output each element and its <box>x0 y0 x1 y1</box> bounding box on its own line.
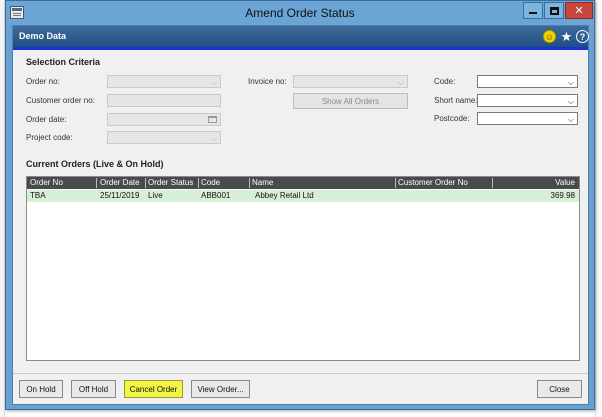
close-button[interactable]: Close <box>537 380 582 398</box>
title-bar[interactable]: Amend Order Status ✕ <box>6 1 594 25</box>
chevron-down-icon: ⌵ <box>567 97 574 106</box>
cell-name: Abbey Retail Ltd <box>255 191 314 200</box>
invoice-no-label: Invoice no: <box>248 77 287 86</box>
help-icon[interactable]: ? <box>576 30 589 43</box>
chevron-down-icon: ⌵ <box>567 78 574 87</box>
column-divider[interactable] <box>395 178 396 188</box>
header-accent-line <box>13 47 588 50</box>
order-date-label: Order date: <box>26 115 67 124</box>
customer-order-no-label: Customer order no: <box>26 96 95 105</box>
cell-code: ABB001 <box>201 191 231 200</box>
column-header-code[interactable]: Code <box>201 178 220 187</box>
cell-value: 369.98 <box>550 191 575 200</box>
chevron-down-icon: ⌵ <box>567 115 574 124</box>
column-divider[interactable] <box>145 178 146 188</box>
minimize-button[interactable] <box>523 2 543 19</box>
order-no-combo[interactable]: ⌵ <box>107 75 221 88</box>
code-label: Code: <box>434 77 456 86</box>
minimize-icon <box>529 12 537 14</box>
calendar-icon[interactable] <box>208 116 217 123</box>
on-hold-button[interactable]: On Hold <box>19 380 63 398</box>
orders-grid: Order No Order Date Order Status Code Na… <box>26 176 580 361</box>
table-row[interactable]: TBA 25/11/2019 Live ABB001 Abbey Retail … <box>27 190 579 202</box>
column-divider[interactable] <box>492 178 493 188</box>
code-combo[interactable]: ⌵ <box>477 75 578 88</box>
column-divider[interactable] <box>96 178 97 188</box>
selection-criteria-title: Selection Criteria <box>26 57 101 67</box>
maximize-icon <box>549 6 559 15</box>
current-orders-title: Current Orders (Live & On Hold) <box>26 159 164 169</box>
off-hold-button[interactable]: Off Hold <box>71 380 116 398</box>
cell-order-no: TBA <box>30 191 46 200</box>
chevron-down-icon: ⌵ <box>210 134 217 143</box>
background-app-edge-right <box>595 0 602 417</box>
project-code-combo[interactable]: ⌵ <box>107 131 221 144</box>
postcode-label: Postcode: <box>434 114 470 123</box>
button-bar-divider <box>13 373 588 374</box>
close-icon: ✕ <box>574 5 584 17</box>
postcode-combo[interactable]: ⌵ <box>477 112 578 125</box>
amend-order-status-window: Amend Order Status ✕ Demo Data ☺ ★ ? Sel… <box>5 0 595 410</box>
column-header-customer-order-no[interactable]: Customer Order No <box>398 178 468 187</box>
invoice-no-combo[interactable]: ⌵ <box>293 75 408 88</box>
view-order-button[interactable]: View Order... <box>191 380 250 398</box>
project-code-label: Project code: <box>26 133 73 142</box>
smiley-icon[interactable]: ☺ <box>543 30 556 43</box>
order-no-label: Order no: <box>26 77 60 86</box>
column-divider[interactable] <box>249 178 250 188</box>
cancel-order-button[interactable]: Cancel Order <box>124 380 183 398</box>
company-name: Demo Data <box>19 31 67 41</box>
window-title: Amend Order Status <box>245 6 355 20</box>
column-header-value[interactable]: Value <box>555 178 575 187</box>
orders-grid-header: Order No Order Date Order Status Code Na… <box>27 177 579 189</box>
customer-order-no-field[interactable] <box>107 94 221 107</box>
short-name-combo[interactable]: ⌵ <box>477 94 578 107</box>
maximize-button[interactable] <box>544 2 564 19</box>
column-header-order-status[interactable]: Order Status <box>148 178 193 187</box>
column-header-order-date[interactable]: Order Date <box>100 178 140 187</box>
star-icon[interactable]: ★ <box>560 29 573 44</box>
company-header: Demo Data ☺ ★ ? <box>13 26 589 47</box>
chevron-down-icon: ⌵ <box>397 78 404 87</box>
column-header-order-no[interactable]: Order No <box>30 178 63 187</box>
cell-order-status: Live <box>148 191 163 200</box>
column-divider[interactable] <box>198 178 199 188</box>
cell-order-date: 25/11/2019 <box>100 191 140 200</box>
chevron-down-icon: ⌵ <box>210 78 217 87</box>
order-date-field[interactable] <box>107 113 221 126</box>
column-header-name[interactable]: Name <box>252 178 273 187</box>
short-name-label: Short name: <box>434 96 478 105</box>
dialog-client-area: Demo Data ☺ ★ ? Selection Criteria Order… <box>12 25 589 405</box>
close-window-button[interactable]: ✕ <box>565 2 593 19</box>
show-all-orders-button[interactable]: Show All Orders <box>293 93 408 109</box>
